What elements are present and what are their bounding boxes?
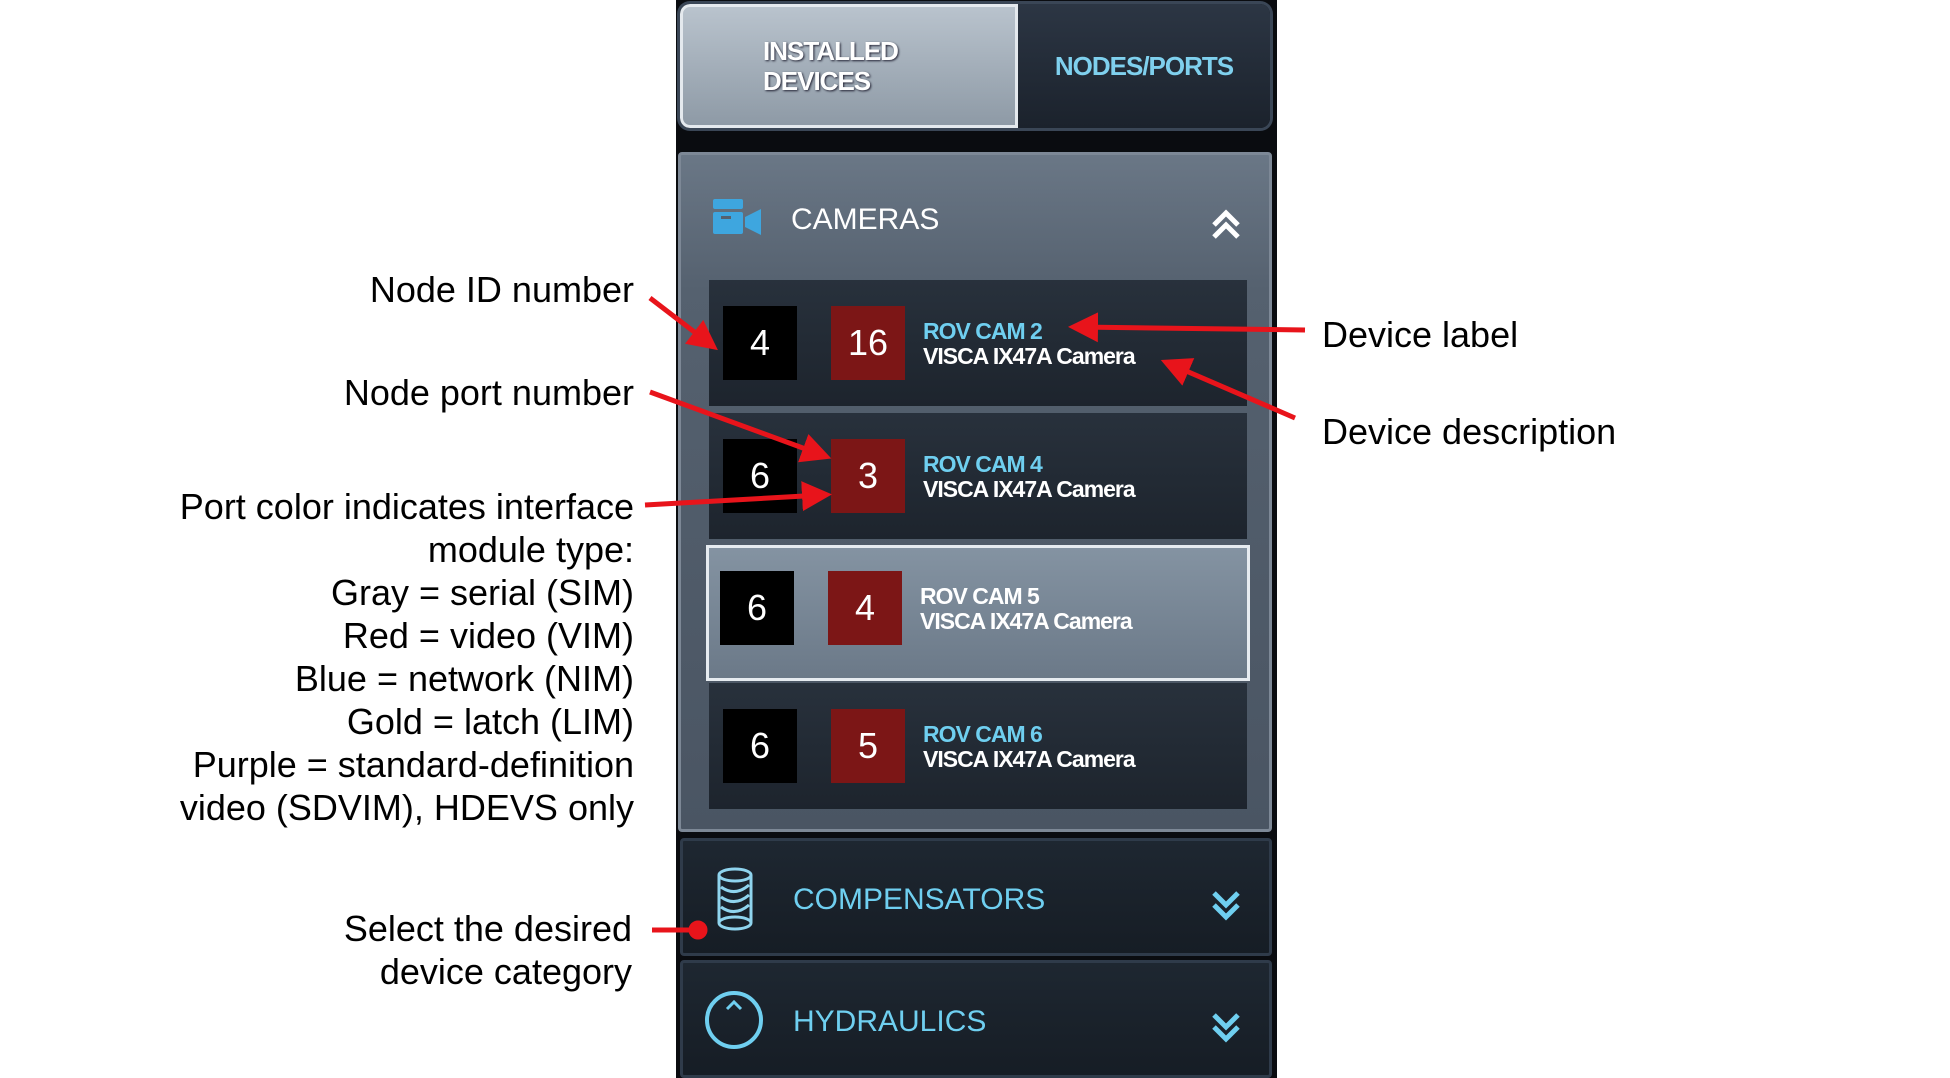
node-port: 16	[831, 306, 905, 380]
device-row[interactable]: 4 16 ROV CAM 2 VISCA IX47A Camera	[709, 280, 1247, 406]
annotation-line: Port color indicates interface	[179, 486, 634, 527]
node-id: 4	[723, 306, 797, 380]
node-id: 6	[723, 439, 797, 513]
chevron-double-up-icon[interactable]	[1209, 207, 1243, 246]
annotation-node-id: Node ID number	[369, 269, 634, 310]
device-row-selected[interactable]: 6 4 ROV CAM 5 VISCA IX47A Camera	[706, 545, 1250, 681]
device-description: VISCA IX47A Camera	[920, 608, 1133, 634]
tab-installed-devices[interactable]: INSTALLED DEVICES	[680, 4, 1018, 128]
section-cameras-header[interactable]: CAMERAS	[681, 155, 1269, 279]
chevron-double-down-icon[interactable]	[1209, 1011, 1243, 1050]
tab-label-line: DEVICES	[763, 66, 871, 96]
device-label: ROV CAM 5	[920, 583, 1040, 609]
node-port: 5	[831, 709, 905, 783]
annotation-line: Gray = serial (SIM)	[330, 572, 634, 613]
compensator-icon	[715, 867, 755, 936]
device-description: VISCA IX47A Camera	[923, 746, 1136, 772]
device-row[interactable]: 6 5 ROV CAM 6 VISCA IX47A Camera	[709, 683, 1247, 809]
tab-label: NODES/PORTS	[1054, 51, 1234, 81]
section-title: COMPENSATORS	[793, 883, 1046, 916]
tab-bar: INSTALLED DEVICES NODES/PORTS	[680, 4, 1270, 128]
annotation-line: video (SDVIM), HDEVS only	[179, 787, 634, 828]
tab-nodes-ports[interactable]: NODES/PORTS	[1018, 4, 1270, 128]
node-id: 6	[723, 709, 797, 783]
annotation-device-description: Device description	[1322, 411, 1617, 452]
section-title: CAMERAS	[791, 203, 940, 236]
device-description: VISCA IX47A Camera	[923, 343, 1136, 369]
annotation-device-label: Device label	[1322, 314, 1519, 355]
device-label: ROV CAM 4	[923, 451, 1043, 477]
annotation-select-category: Select the desired device category	[344, 907, 632, 993]
chevron-double-down-icon[interactable]	[1209, 889, 1243, 928]
annotation-line: device category	[379, 951, 632, 992]
camera-icon	[711, 197, 763, 242]
node-port: 3	[831, 439, 905, 513]
device-label: ROV CAM 6	[923, 721, 1043, 747]
annotation-line: Red = video (VIM)	[342, 615, 634, 656]
tab-label-line: INSTALLED	[763, 36, 899, 66]
node-id: 6	[720, 571, 794, 645]
annotation-node-port: Node port number	[343, 372, 634, 413]
section-compensators[interactable]: COMPENSATORS	[680, 838, 1272, 956]
annotation-port-color: Port color indicates interface module ty…	[180, 485, 634, 829]
device-row[interactable]: 6 3 ROV CAM 4 VISCA IX47A Camera	[709, 413, 1247, 539]
annotation-line: Purple = standard-definition	[192, 744, 634, 785]
device-panel: INSTALLED DEVICES NODES/PORTS CAMERAS 4 …	[676, 0, 1277, 1078]
annotation-line: module type:	[427, 529, 634, 570]
annotation-line: Select the desired	[343, 908, 632, 949]
gauge-icon	[703, 989, 765, 1056]
device-label: ROV CAM 2	[923, 318, 1043, 344]
section-title: HYDRAULICS	[793, 1005, 987, 1038]
section-hydraulics[interactable]: HYDRAULICS	[680, 960, 1272, 1078]
node-port: 4	[828, 571, 902, 645]
section-cameras: CAMERAS 4 16 ROV CAM 2 VISCA IX47A Camer…	[678, 152, 1272, 832]
annotation-line: Gold = latch (LIM)	[346, 701, 634, 742]
annotation-line: Blue = network (NIM)	[294, 658, 634, 699]
device-description: VISCA IX47A Camera	[923, 476, 1136, 502]
